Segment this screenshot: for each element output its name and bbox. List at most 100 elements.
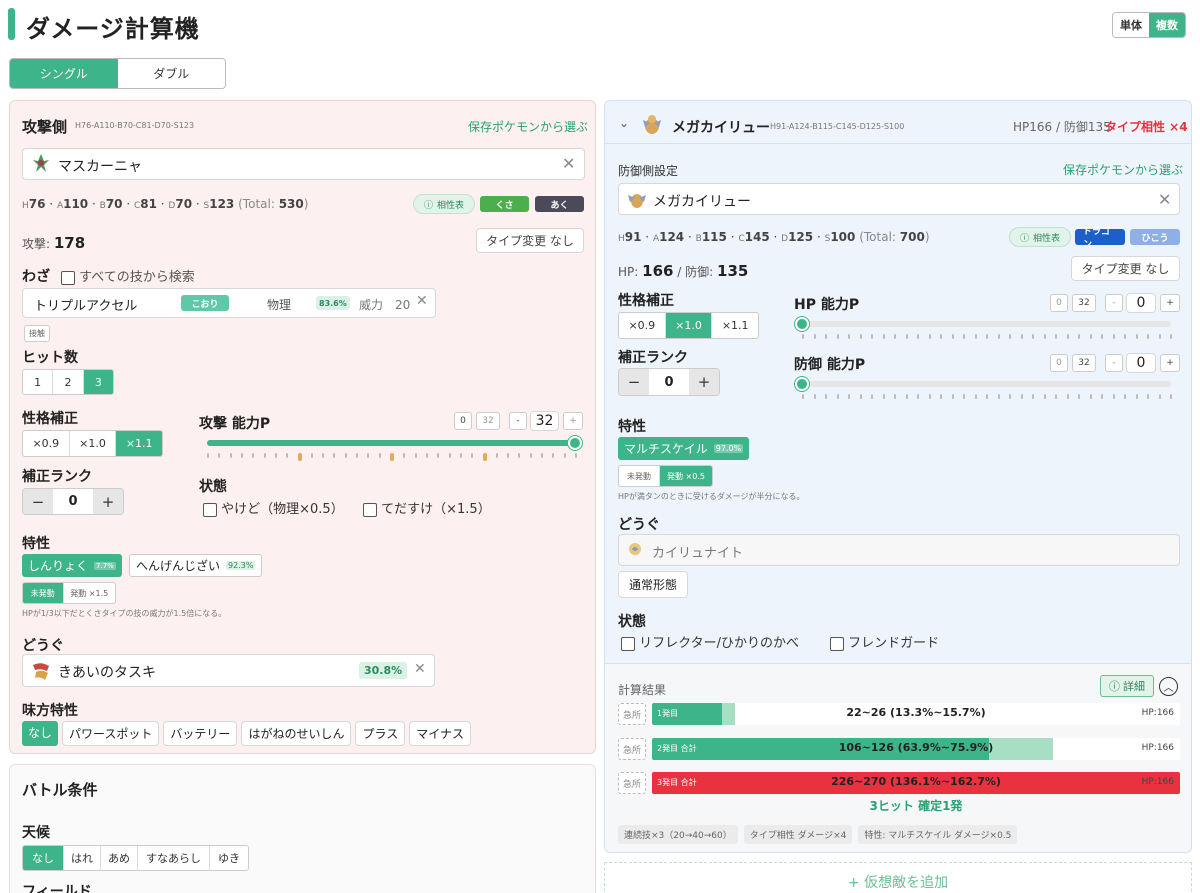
hits-selector[interactable]: 1 2 3	[22, 369, 114, 395]
tab-single[interactable]: シングル	[10, 59, 118, 88]
def-rank-value[interactable]: 0	[649, 369, 689, 395]
nature-1.0[interactable]: ×1.0	[70, 431, 117, 456]
ability-inactive[interactable]: 未発動	[23, 583, 64, 603]
def-nature-0.9[interactable]: ×0.9	[619, 313, 666, 338]
reflect-checkbox[interactable]	[621, 636, 635, 651]
defender-pick-saved-link[interactable]: 保存ポケモンから選ぶ	[1063, 161, 1183, 178]
friend-guard-option[interactable]: フレンドガード	[830, 632, 939, 651]
burn-option[interactable]: やけど（物理×0.5）	[203, 498, 344, 517]
defender-rank-stepper[interactable]: − 0 +	[618, 368, 720, 396]
result-value: 106~126 (63.9%~75.9%)	[838, 741, 994, 754]
hits-3[interactable]: 3	[83, 370, 113, 394]
rank-value[interactable]: 0	[53, 489, 93, 514]
hp-ev-minus-button[interactable]: -	[1105, 294, 1123, 312]
def-ev-plus-button[interactable]: +	[1160, 354, 1180, 372]
collapse-chevron-icon[interactable]: ⌄	[619, 116, 629, 130]
def-nature-1.0[interactable]: ×1.0	[665, 313, 713, 338]
ev-zero-button[interactable]: 0	[454, 412, 472, 430]
ally-steely-spirit[interactable]: はがねのせいしん	[241, 721, 352, 746]
collapse-up-icon[interactable]: ︿	[1159, 677, 1178, 696]
ally-power-spot[interactable]: パワースポット	[62, 721, 160, 746]
attacker-nature-selector[interactable]: ×0.9 ×1.0 ×1.1	[22, 430, 163, 457]
def-ev-slider-handle[interactable]	[795, 377, 809, 391]
helping-hand-option[interactable]: てだすけ（×1.5）	[363, 498, 491, 517]
add-enemy-button[interactable]: + 仮想敵を追加	[604, 862, 1192, 893]
ally-plus[interactable]: プラス	[355, 721, 406, 746]
hp-ev-max-button[interactable]: 32	[1072, 294, 1096, 312]
attacker-clear-icon[interactable]: ✕	[562, 154, 575, 173]
move-clear-icon[interactable]: ✕	[416, 293, 428, 309]
defender-ability-activation[interactable]: 未発動 発動 ×0.5	[618, 465, 713, 487]
mode-multi-button[interactable]: 複数	[1149, 13, 1185, 37]
details-button[interactable]: ⓘ 詳細	[1100, 675, 1154, 697]
attack-ev-slider[interactable]	[207, 440, 575, 446]
def-nature-1.1[interactable]: ×1.1	[712, 313, 758, 338]
ally-minus[interactable]: マイナス	[409, 721, 471, 746]
helping-hand-checkbox[interactable]	[363, 502, 377, 517]
defender-type-chart-button[interactable]: ⓘ 相性表	[1009, 227, 1071, 247]
ev-minus-button[interactable]: -	[509, 412, 527, 430]
def-rank-minus-button[interactable]: −	[619, 369, 649, 395]
nature-0.9[interactable]: ×0.9	[23, 431, 70, 456]
reflect-option[interactable]: リフレクター/ひかりのかべ	[621, 632, 799, 651]
hp-ev-slider[interactable]	[802, 321, 1171, 327]
attacker-type-chart-button[interactable]: ⓘ 相性表	[413, 194, 475, 214]
hp-ev-slider-handle[interactable]	[795, 317, 809, 331]
defender-nature-selector[interactable]: ×0.9 ×1.0 ×1.1	[618, 312, 759, 339]
def-ability-active[interactable]: 発動 ×0.5	[660, 466, 712, 486]
hp-ev-plus-button[interactable]: +	[1160, 294, 1180, 312]
search-all-moves[interactable]: すべての技から検索	[61, 266, 195, 285]
defender-clear-icon[interactable]: ✕	[1158, 190, 1171, 209]
def-rank-plus-button[interactable]: +	[689, 369, 719, 395]
attacker-item-clear-icon[interactable]: ✕	[414, 661, 426, 677]
attack-ev-slider-handle[interactable]	[568, 436, 582, 450]
crit-toggle[interactable]: 急所	[618, 703, 646, 725]
battle-format-tabs[interactable]: シングル ダブル	[9, 58, 226, 89]
def-ev-slider[interactable]	[802, 381, 1171, 387]
hp-ev-zero-button[interactable]: 0	[1050, 294, 1068, 312]
tab-double[interactable]: ダブル	[117, 59, 225, 88]
mode-single-button[interactable]: 単体	[1113, 13, 1149, 37]
weather-snow[interactable]: ゆき	[210, 846, 248, 870]
attacker-rank-stepper[interactable]: − 0 +	[22, 488, 124, 515]
rank-minus-button[interactable]: −	[23, 489, 53, 514]
hits-1[interactable]: 1	[23, 370, 54, 394]
slider-tick	[344, 453, 347, 458]
crit-toggle[interactable]: 急所	[618, 738, 646, 760]
ev-max-button[interactable]: 32	[476, 412, 500, 430]
friend-guard-checkbox[interactable]	[830, 636, 844, 651]
ability-protean-button[interactable]: へんげんじざい 92.3%	[129, 554, 263, 577]
hp-ev-input[interactable]: 0	[1126, 293, 1156, 313]
weather-sun[interactable]: はれ	[64, 846, 101, 870]
attacker-pick-saved-link[interactable]: 保存ポケモンから選ぶ	[468, 118, 588, 135]
hits-2[interactable]: 2	[53, 370, 84, 394]
defender-type-change-button[interactable]: タイプ変更 なし	[1071, 256, 1180, 281]
weather-none[interactable]: なし	[23, 846, 64, 870]
def-ev-zero-button[interactable]: 0	[1050, 354, 1068, 372]
slider-tick	[986, 334, 988, 339]
weather-rain[interactable]: あめ	[101, 846, 138, 870]
attacker-ability-activation[interactable]: 未発動 発動 ×1.5	[22, 582, 116, 604]
mode-toggle[interactable]: 単体 複数	[1112, 12, 1186, 38]
burn-checkbox[interactable]	[203, 502, 217, 517]
ability-multiscale-button[interactable]: マルチスケイル 97.0%	[618, 437, 750, 460]
ally-none[interactable]: なし	[22, 721, 59, 746]
weather-selector[interactable]: なし はれ あめ すなあらし ゆき	[22, 845, 249, 871]
ability-active[interactable]: 発動 ×1.5	[64, 583, 115, 603]
attack-ev-input[interactable]: 32	[530, 411, 559, 431]
rank-plus-button[interactable]: +	[93, 489, 123, 514]
attacker-type-change-button[interactable]: タイプ変更 なし	[476, 228, 584, 253]
ev-plus-button[interactable]: +	[563, 412, 583, 430]
search-all-checkbox[interactable]	[61, 270, 75, 285]
def-ev-max-button[interactable]: 32	[1072, 354, 1096, 372]
form-button[interactable]: 通常形態	[618, 571, 688, 598]
ability-overgrow-button[interactable]: しんりょく 7.7%	[22, 554, 122, 577]
slider-tick	[882, 334, 885, 339]
def-ev-input[interactable]: 0	[1126, 353, 1156, 373]
def-ability-inactive[interactable]: 未発動	[619, 466, 660, 486]
ally-battery[interactable]: バッテリー	[163, 721, 238, 746]
crit-toggle[interactable]: 急所	[618, 772, 646, 794]
nature-1.1[interactable]: ×1.1	[116, 431, 162, 456]
weather-sand[interactable]: すなあらし	[138, 846, 210, 870]
def-ev-minus-button[interactable]: -	[1105, 354, 1123, 372]
